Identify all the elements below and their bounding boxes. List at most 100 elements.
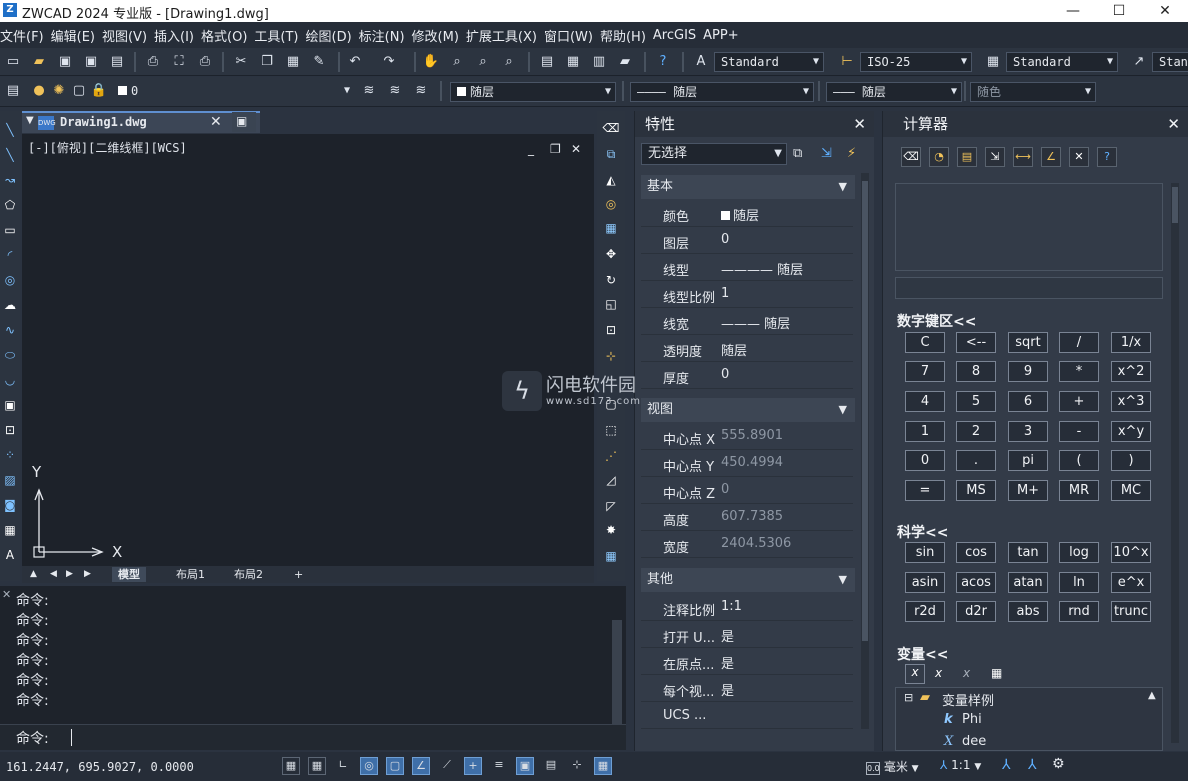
explode-icon[interactable]: ✸ (602, 523, 620, 541)
key-9[interactable]: 9 (1008, 361, 1048, 382)
layer-select[interactable]: 0 ▼ (112, 82, 354, 102)
cut-icon[interactable]: ✂ (232, 53, 250, 71)
help-icon[interactable]: ? (654, 53, 672, 71)
menu-dimension[interactable]: 标注(N) (359, 26, 412, 45)
key-close-paren[interactable]: ) (1111, 450, 1151, 471)
tree-root-label[interactable]: 变量样例 (942, 690, 994, 709)
key-memory-recall[interactable]: MR (1059, 480, 1099, 501)
key-decimal[interactable]: . (956, 450, 996, 471)
menu-tools[interactable]: 工具(T) (254, 26, 305, 45)
viewport-restore-icon[interactable]: ❐ (550, 142, 561, 156)
section-view[interactable]: 视图 ▼ (641, 398, 855, 422)
spline-icon[interactable]: ∿ (2, 323, 18, 341)
key-equals[interactable]: = (905, 480, 945, 501)
minimize-button[interactable]: — (1050, 0, 1096, 22)
prop-ucs-origin[interactable]: 在原点... 是 (641, 649, 853, 675)
paste-to-command-icon[interactable]: ▤ (957, 147, 977, 167)
plotstyle-select[interactable]: 随色 ▼ (970, 82, 1096, 102)
multileader-style-icon[interactable]: ↗ (1130, 53, 1148, 71)
quick-properties-button[interactable]: ▤ (542, 757, 560, 775)
hatch-icon[interactable]: ▨ (2, 473, 18, 491)
get-coordinates-icon[interactable]: ⇲ (985, 147, 1005, 167)
key-backspace[interactable]: <-- (956, 332, 996, 353)
dynamic-ucs-button[interactable]: ⟋ (438, 757, 456, 775)
menu-format[interactable]: 格式(O) (201, 26, 254, 45)
trim-icon[interactable]: ⊹ (602, 349, 620, 367)
prop-ucs-per-viewport[interactable]: 每个视... 是 (641, 676, 853, 702)
key-square[interactable]: x^2 (1111, 361, 1151, 382)
offset-icon[interactable]: ◎ (602, 197, 620, 215)
calculator-scrollbar[interactable] (1171, 183, 1179, 743)
key-cos[interactable]: cos (956, 542, 996, 563)
prop-linetype-scale[interactable]: 线型比例 1 (641, 282, 853, 308)
key-0[interactable]: 0 (905, 450, 945, 471)
key-memory-add[interactable]: M+ (1008, 480, 1048, 501)
region-icon[interactable]: ◙ (2, 498, 18, 516)
edit-variable-icon[interactable]: x (935, 666, 942, 680)
close-icon[interactable]: ✕ (2, 588, 11, 601)
prop-color[interactable]: 颜色 随层 (641, 201, 853, 227)
key-rnd[interactable]: rnd (1059, 601, 1099, 622)
help-icon[interactable]: ? (1097, 147, 1117, 167)
scale-icon[interactable]: ◱ (602, 297, 620, 315)
ellipse-icon[interactable]: ⬭ (2, 348, 18, 366)
grid-display-button[interactable]: ▦ (308, 757, 326, 775)
variables-title[interactable]: 变量<< (897, 644, 948, 664)
menu-app-plus[interactable]: APP+ (703, 28, 745, 43)
command-input[interactable]: 命令: (0, 724, 626, 750)
mtext-icon[interactable]: A (2, 548, 18, 566)
menu-insert[interactable]: 插入(I) (154, 26, 201, 45)
menu-extensions[interactable]: 扩展工具(X) (466, 26, 544, 45)
lineweight-select[interactable]: ——— 随层 ▼ (826, 82, 962, 102)
scrollbar-thumb[interactable] (862, 181, 868, 641)
key-acos[interactable]: acos (956, 572, 996, 593)
angle-icon[interactable]: ∠ (1041, 147, 1061, 167)
prop-transparency[interactable]: 透明度 随层 (641, 336, 853, 362)
viewport-minimize-icon[interactable]: _ (528, 142, 534, 156)
key-ten-power[interactable]: 10^x (1111, 542, 1151, 563)
layer-previous-icon[interactable]: ≋ (360, 82, 378, 100)
key-atan[interactable]: atan (1008, 572, 1048, 593)
key-multiply[interactable]: * (1059, 361, 1099, 382)
ray-icon[interactable]: ╲ (2, 148, 18, 166)
polar-tracking-button[interactable]: ◎ (360, 757, 378, 775)
selection-cycling-button[interactable]: ⊹ (568, 757, 586, 775)
table-style-select[interactable]: Standard ▼ (1006, 52, 1118, 72)
maximize-button[interactable]: ☐ (1096, 0, 1142, 22)
clear-icon[interactable]: ⌫ (901, 147, 921, 167)
text-style-select[interactable]: Standard ▼ (714, 52, 824, 72)
key-ln[interactable]: ln (1059, 572, 1099, 593)
dynamic-input-button[interactable]: + (464, 757, 482, 775)
prop-annotation-scale[interactable]: 注释比例 1:1 (641, 595, 853, 621)
save-icon[interactable]: ▣ (56, 53, 74, 71)
scrollbar-thumb[interactable] (1172, 187, 1178, 223)
edit-polyline-icon[interactable]: ▦ (602, 549, 620, 567)
array-icon[interactable]: ▦ (602, 221, 620, 239)
layer-manager-icon[interactable]: ▤ (4, 82, 22, 100)
join-icon[interactable]: ⋰ (602, 449, 620, 467)
print-icon[interactable]: ⎙ (144, 53, 162, 71)
annotation-monitor-button[interactable]: ▦ (594, 757, 612, 775)
zoom-realtime-icon[interactable]: ⌕ (448, 53, 466, 71)
prop-ucs-name[interactable]: UCS ... (641, 703, 853, 729)
circle-icon[interactable]: ◎ (2, 273, 18, 291)
key-8[interactable]: 8 (956, 361, 996, 382)
object-snap-button[interactable]: ▢ (386, 757, 404, 775)
linetype-select[interactable]: ———— 随层 ▼ (630, 82, 814, 102)
prop-width[interactable]: 宽度 2404.5306 (641, 532, 853, 558)
erase-icon[interactable]: ⌫ (602, 121, 620, 139)
fillet-icon[interactable]: ◸ (602, 499, 620, 517)
key-3[interactable]: 3 (1008, 421, 1048, 442)
lineweight-button[interactable]: ≡ (490, 757, 508, 775)
pan-icon[interactable]: ✋ (422, 53, 440, 71)
key-reciprocal[interactable]: 1/x (1111, 332, 1151, 353)
key-trunc[interactable]: trunc (1111, 601, 1151, 622)
menu-draw[interactable]: 绘图(D) (306, 26, 359, 45)
key-4[interactable]: 4 (905, 391, 945, 412)
delete-variable-icon[interactable]: x (963, 666, 970, 680)
quick-select-icon[interactable]: ⚡ (847, 146, 856, 161)
prop-lineweight[interactable]: 线宽 ——— 随层 (641, 309, 853, 335)
menu-edit[interactable]: 编辑(E) (51, 26, 102, 45)
layer-lock-icon[interactable]: 🔒 (90, 82, 108, 100)
polyline-icon[interactable]: ↝ (2, 173, 18, 191)
